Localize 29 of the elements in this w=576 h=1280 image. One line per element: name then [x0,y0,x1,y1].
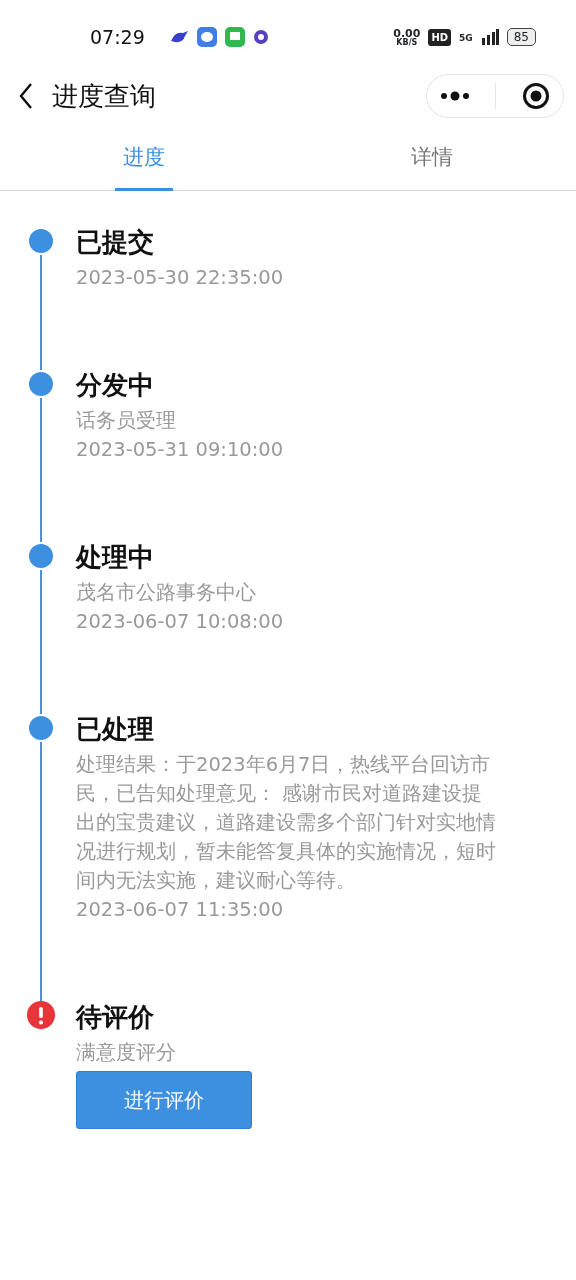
more-icon[interactable] [439,91,470,101]
step-detail: 满意度评分 [76,1039,177,1066]
step-detail: 2023-05-30 22:35:00 [76,264,285,291]
step-detail: 处理结果：于2023年6月7日，热线平台回访市民，已告知处理意见： 感谢市民对道路建设提出的宝贵建议，道路建设需多个部门针对实地情况进行规划，暂未能答复具体的实施情况，短时间内无法实施，建议耐心等待。 [76,751,496,894]
clock: 07:29 [90,24,145,50]
step-title: 待评价 [76,1001,155,1032]
network-speed: 0.00 [393,27,421,39]
close-target-icon[interactable] [522,82,551,110]
tab[interactable]: 详情 [288,126,576,190]
network-speed-unit: KB/S [395,38,419,47]
step-detail: 话务员受理 [76,407,177,434]
step-detail: 2023-05-31 09:10:00 [76,436,285,463]
back-icon[interactable] [18,82,34,110]
step-title: 已提交 [76,226,155,257]
battery-level: 85 [506,28,536,46]
step-detail: 茂名市公路事务中心 [76,579,257,606]
network-type: 5G [459,31,473,45]
chat-app-icon [196,27,217,47]
step-title: 处理中 [76,541,155,572]
message-app-icon [224,27,245,47]
signal-icon [480,29,499,45]
hd-indicator: HD [428,28,452,46]
step-title: 已处理 [76,713,155,744]
page-title: 进度查询 [52,79,156,113]
step-detail: 2023-06-07 11:35:00 [76,896,285,923]
tab[interactable]: 进度 [0,126,288,190]
step-title: 分发中 [76,369,155,400]
step-detail: 2023-06-07 10:08:00 [76,608,285,635]
evaluate-button[interactable]: 进行评价 [76,1070,252,1129]
